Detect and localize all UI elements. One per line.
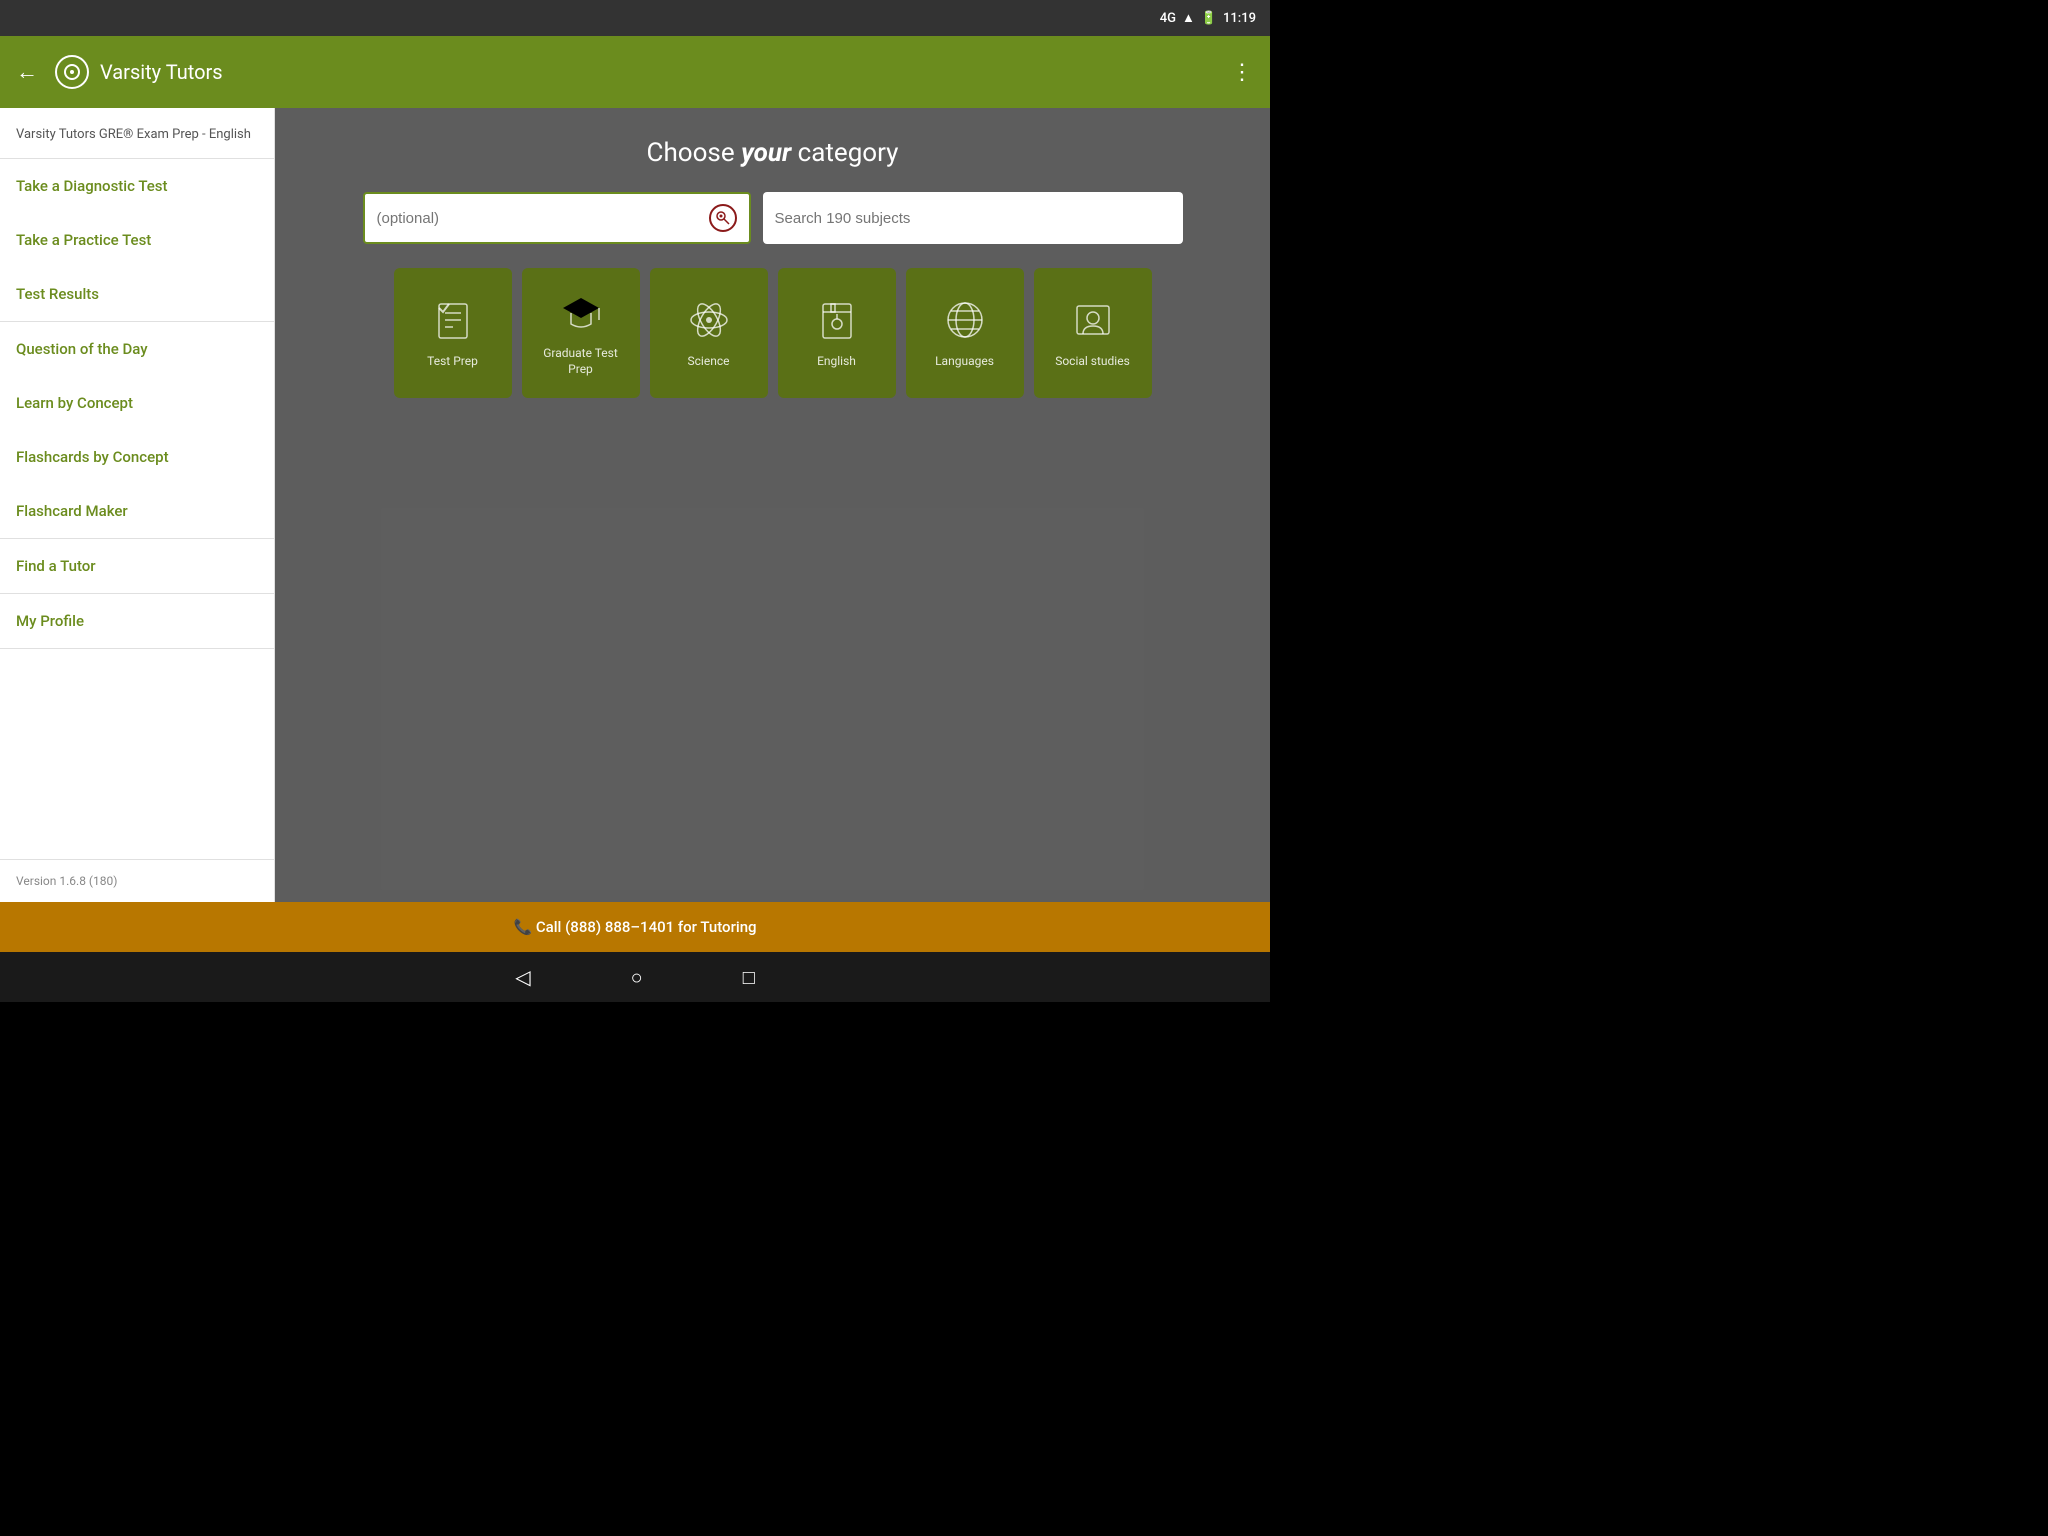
- globe-icon: [941, 296, 989, 344]
- category-card-english[interactable]: English: [778, 268, 896, 398]
- android-nav-bar: ◁ ○ □: [0, 952, 1270, 1002]
- checklist-icon: [429, 296, 477, 344]
- sidebar-item-profile[interactable]: My Profile: [0, 594, 274, 648]
- sidebar: Varsity Tutors GRE® Exam Prep - English …: [0, 108, 275, 902]
- sidebar-version: Version 1.6.8 (180): [0, 859, 274, 902]
- main-layout: Varsity Tutors GRE® Exam Prep - English …: [0, 108, 1270, 902]
- category-card-languages[interactable]: Languages: [906, 268, 1024, 398]
- status-icons: 4G ▲ 🔋 11:19: [1160, 10, 1256, 26]
- search-subject-box: [763, 192, 1183, 244]
- graduation-icon: [557, 288, 605, 336]
- category-label-test-prep: Test Prep: [427, 354, 478, 370]
- sidebar-item-tutor[interactable]: Find a Tutor: [0, 539, 274, 593]
- call-bar-text: 📞 Call (888) 888–1401 for Tutoring: [513, 918, 756, 936]
- time-display: 11:19: [1223, 11, 1256, 26]
- sidebar-item-learn[interactable]: Learn by Concept: [0, 376, 274, 430]
- sidebar-item-qod[interactable]: Question of the Day: [0, 322, 274, 376]
- filter-input[interactable]: [377, 210, 709, 227]
- category-label-social: Social studies: [1055, 354, 1130, 370]
- category-label-english: English: [817, 354, 856, 370]
- sidebar-spacer: [0, 649, 274, 859]
- nav-recent-button[interactable]: □: [743, 965, 755, 990]
- content-area: Choose your category: [275, 108, 1270, 902]
- nav-back-button[interactable]: ◁: [515, 965, 530, 989]
- title-suffix: category: [791, 138, 898, 168]
- sidebar-header: Varsity Tutors GRE® Exam Prep - English: [0, 108, 274, 159]
- category-label-languages: Languages: [935, 354, 994, 370]
- sidebar-profile-section: My Profile: [0, 594, 274, 649]
- category-label-science: Science: [688, 354, 730, 370]
- status-bar: 4G ▲ 🔋 11:19: [0, 0, 1270, 36]
- category-card-science[interactable]: Science: [650, 268, 768, 398]
- network-indicator: 4G: [1160, 11, 1176, 26]
- sidebar-item-results[interactable]: Test Results: [0, 267, 274, 321]
- search-subject-input[interactable]: [775, 210, 1171, 227]
- title-plain: Choose: [647, 138, 742, 168]
- category-label-graduate: Graduate Test Prep: [532, 346, 630, 377]
- filter-icon: [709, 204, 737, 232]
- call-bar[interactable]: 📞 Call (888) 888–1401 for Tutoring: [0, 902, 1270, 952]
- title-italic: your: [741, 138, 791, 168]
- content-inner: Choose your category: [295, 138, 1250, 398]
- sidebar-item-flashcards[interactable]: Flashcards by Concept: [0, 430, 274, 484]
- app-bar: ← Varsity Tutors ⋮: [0, 36, 1270, 108]
- nav-home-button[interactable]: ○: [631, 965, 643, 990]
- overflow-menu-button[interactable]: ⋮: [1231, 60, 1254, 85]
- category-card-social[interactable]: Social studies: [1034, 268, 1152, 398]
- battery-icon: 🔋: [1201, 11, 1217, 26]
- atom-icon: [685, 296, 733, 344]
- app-title: Varsity Tutors: [100, 60, 1231, 84]
- book-icon: [813, 296, 861, 344]
- sidebar-study-section: Question of the Day Learn by Concept Fla…: [0, 322, 274, 539]
- app-logo: [54, 54, 90, 90]
- search-row: [363, 192, 1183, 244]
- sidebar-item-diagnostic[interactable]: Take a Diagnostic Test: [0, 159, 274, 213]
- sidebar-tests-section: Take a Diagnostic Test Take a Practice T…: [0, 159, 274, 322]
- sidebar-item-practice[interactable]: Take a Practice Test: [0, 213, 274, 267]
- category-card-test-prep[interactable]: Test Prep: [394, 268, 512, 398]
- page-title: Choose your category: [647, 138, 899, 168]
- back-button[interactable]: ←: [16, 59, 38, 85]
- filter-box: [363, 192, 751, 244]
- person-card-icon: [1069, 296, 1117, 344]
- category-grid: Test Prep Graduate Test Prep: [363, 268, 1183, 398]
- sidebar-tutor-section: Find a Tutor: [0, 539, 274, 594]
- signal-icon: ▲: [1182, 10, 1195, 26]
- category-card-graduate[interactable]: Graduate Test Prep: [522, 268, 640, 398]
- sidebar-item-maker[interactable]: Flashcard Maker: [0, 484, 274, 538]
